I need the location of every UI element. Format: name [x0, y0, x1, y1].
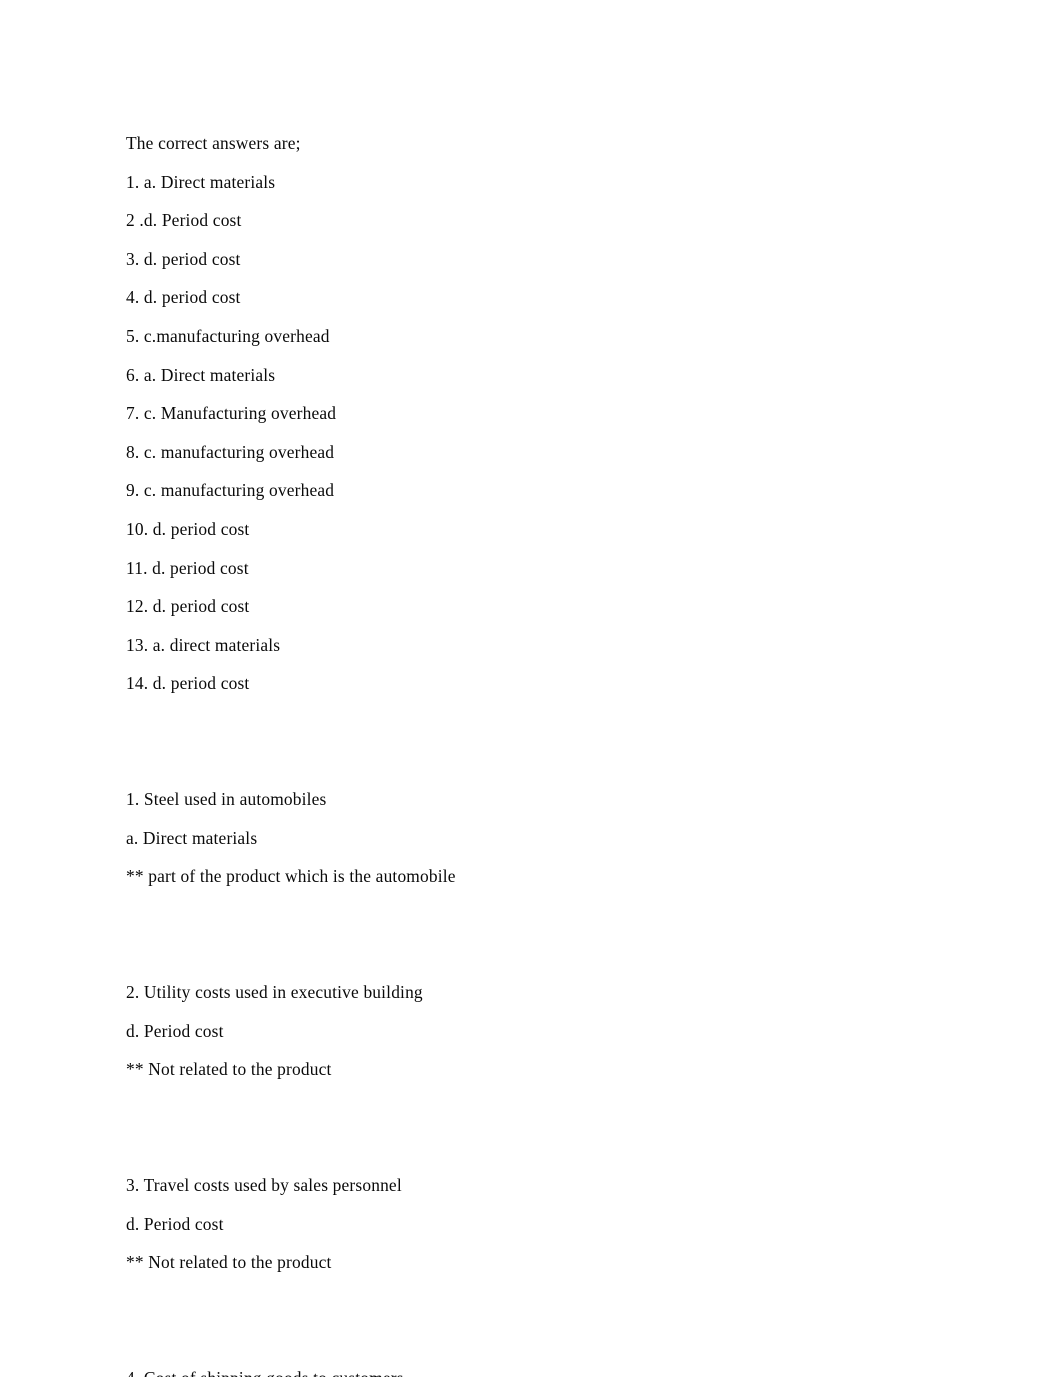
- answer-line-9: 9. c. manufacturing overhead: [126, 480, 335, 501]
- answer-line-14: 14. d. period cost: [126, 673, 250, 694]
- answer-line-4: 4. d. period cost: [126, 287, 241, 308]
- explanation-answer: a. Direct materials: [126, 827, 258, 848]
- explanation-block-2: 2. Utility costs used in executive build…: [126, 973, 946, 1089]
- explanation-note: ** part of the product which is the auto…: [126, 866, 456, 887]
- explanation-block-4: 4. Cost of shipping goods to customers: [126, 1359, 946, 1377]
- explanation-answer: d. Period cost: [126, 1020, 224, 1041]
- explanation-note: ** Not related to the product: [126, 1059, 332, 1080]
- explanation-block-1: 1. Steel used in automobiles a. Direct m…: [126, 780, 946, 896]
- answer-line-8: 8. c. manufacturing overhead: [126, 441, 335, 462]
- document-body: The correct answers are; 1. a. Direct ma…: [126, 124, 946, 1377]
- answer-line-2: 2 .d. Period cost: [126, 210, 242, 231]
- explanation-item: 3. Travel costs used by sales personnel: [126, 1175, 402, 1196]
- answer-line-12: 12. d. period cost: [126, 596, 250, 617]
- block-gap: [126, 934, 946, 973]
- block-gap: [126, 896, 946, 935]
- answer-line-3: 3. d. period cost: [126, 248, 241, 269]
- explanation-item: 1. Steel used in automobiles: [126, 789, 327, 810]
- answer-line-5: 5. c.manufacturing overhead: [126, 325, 330, 346]
- explanation-item: 4. Cost of shipping goods to customers: [126, 1359, 946, 1377]
- block-gap: [126, 1127, 946, 1166]
- answer-key-heading: The correct answers are;: [126, 133, 301, 153]
- block-gap: [126, 1320, 946, 1359]
- block-gap: [126, 1282, 946, 1321]
- answer-line-13: 13. a. direct materials: [126, 634, 281, 655]
- document-page: The correct answers are; 1. a. Direct ma…: [0, 0, 1062, 1377]
- answer-line-10: 10. d. period cost: [126, 518, 250, 539]
- explanation-answer: d. Period cost: [126, 1213, 224, 1234]
- block-gap: [126, 1089, 946, 1128]
- answer-line-1: 1. a. Direct materials: [126, 171, 276, 192]
- answer-line-6: 6. a. Direct materials: [126, 364, 276, 385]
- answer-line-7: 7. c. Manufacturing overhead: [126, 403, 337, 424]
- explanation-note: ** Not related to the product: [126, 1252, 332, 1273]
- explanation-block-3: 3. Travel costs used by sales personnel …: [126, 1166, 946, 1282]
- answer-line-11: 11. d. period cost: [126, 557, 249, 578]
- explanation-item: 2. Utility costs used in executive build…: [126, 982, 423, 1003]
